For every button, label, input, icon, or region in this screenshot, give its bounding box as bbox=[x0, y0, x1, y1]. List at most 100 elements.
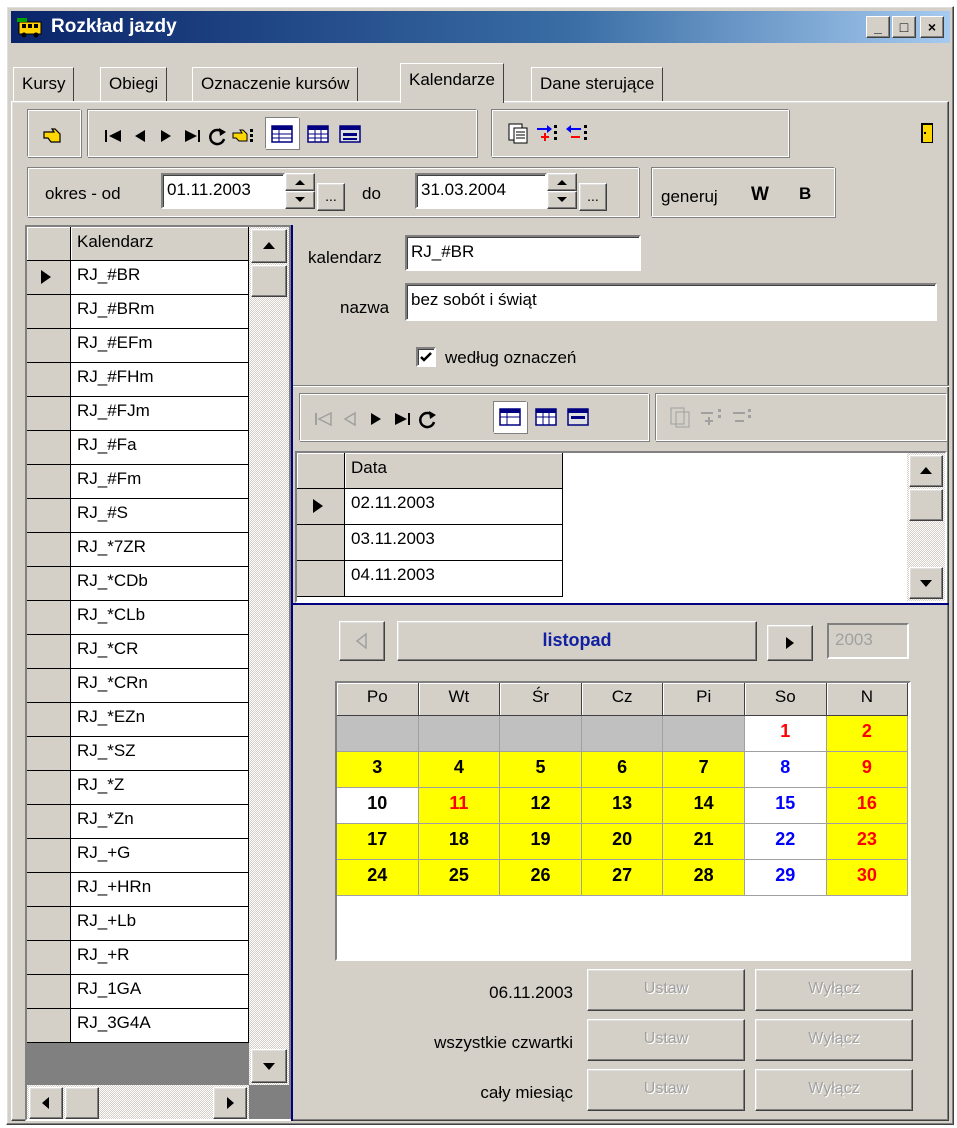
calendar-list-item[interactable]: RJ_*SZ bbox=[71, 737, 249, 771]
off-button[interactable]: Wyłącz bbox=[755, 1069, 913, 1111]
set-button[interactable]: Ustaw bbox=[587, 969, 745, 1011]
generate-w-button[interactable]: W bbox=[751, 184, 769, 206]
calendar-list-item[interactable]: RJ_#Fm bbox=[71, 465, 249, 499]
calendar-day[interactable]: 16 bbox=[826, 788, 909, 824]
row-indicator[interactable] bbox=[27, 465, 71, 499]
period-to-input[interactable]: 31.03.2004 bbox=[415, 173, 547, 209]
row-indicator[interactable] bbox=[27, 771, 71, 805]
scroll-up-button[interactable] bbox=[251, 229, 287, 263]
calendar-list-item[interactable]: RJ_+R bbox=[71, 941, 249, 975]
row-indicator[interactable] bbox=[27, 295, 71, 329]
next-month-button[interactable] bbox=[767, 625, 813, 661]
exit-door-icon[interactable] bbox=[915, 121, 941, 145]
date-row[interactable]: 02.11.2003 bbox=[345, 489, 563, 525]
row-indicator[interactable] bbox=[27, 329, 71, 363]
tab-obiegi[interactable]: Obiegi bbox=[100, 67, 168, 101]
last-record-icon[interactable] bbox=[389, 407, 415, 431]
calendar-list-item[interactable]: RJ_#Fa bbox=[71, 431, 249, 465]
row-indicator[interactable] bbox=[27, 363, 71, 397]
row-indicator[interactable] bbox=[27, 907, 71, 941]
calendar-list-item[interactable]: RJ_#S bbox=[71, 499, 249, 533]
prior-record-icon[interactable] bbox=[127, 124, 153, 148]
generate-b-button[interactable]: B bbox=[799, 184, 811, 204]
kalendarz-input[interactable]: RJ_#BR bbox=[405, 235, 641, 271]
calendar-list-item[interactable]: RJ_*EZn bbox=[71, 703, 249, 737]
row-indicator[interactable] bbox=[27, 261, 71, 295]
table-view-icon[interactable] bbox=[305, 122, 331, 146]
calendar-list-item[interactable]: RJ_#FHm bbox=[71, 363, 249, 397]
scroll-right-button[interactable] bbox=[213, 1087, 247, 1119]
calendar-list-item[interactable]: RJ_1GA bbox=[71, 975, 249, 1009]
scroll-left-button[interactable] bbox=[29, 1087, 63, 1119]
calendar-day[interactable]: 25 bbox=[418, 860, 501, 896]
row-indicator[interactable] bbox=[27, 635, 71, 669]
calendar-day[interactable]: 10 bbox=[337, 788, 419, 824]
dates-scroll-down-button[interactable] bbox=[909, 567, 943, 599]
row-indicator[interactable] bbox=[27, 737, 71, 771]
refresh-icon[interactable] bbox=[415, 407, 441, 431]
dates-scroll-up-button[interactable] bbox=[909, 455, 943, 487]
calendar-day[interactable]: 17 bbox=[337, 824, 419, 860]
calendar-list-item[interactable]: RJ_+G bbox=[71, 839, 249, 873]
period-from-spin-up[interactable] bbox=[285, 173, 315, 191]
calendar-day[interactable]: 29 bbox=[745, 860, 827, 896]
row-indicator[interactable] bbox=[27, 805, 71, 839]
calendar-list-item[interactable]: RJ_#BR bbox=[71, 261, 249, 295]
calendar-list-item[interactable]: RJ_#BRm bbox=[71, 295, 249, 329]
calendar-day[interactable]: 30 bbox=[826, 860, 909, 896]
year-input[interactable]: 2003 bbox=[827, 623, 909, 659]
row-indicator[interactable] bbox=[27, 533, 71, 567]
next-record-icon[interactable] bbox=[153, 124, 179, 148]
calendar-list-item[interactable]: RJ_*CDb bbox=[71, 567, 249, 601]
period-to-spin-down[interactable] bbox=[547, 191, 577, 209]
row-indicator[interactable] bbox=[297, 489, 345, 525]
dates-scroll-thumb[interactable] bbox=[909, 489, 943, 521]
panel-splitter[interactable] bbox=[291, 225, 293, 1121]
tab-kursy[interactable]: Kursy bbox=[13, 67, 75, 101]
calendar-list-item[interactable]: RJ_*7ZR bbox=[71, 533, 249, 567]
pointing-hand-icon[interactable] bbox=[41, 124, 67, 148]
calendar-day[interactable]: 14 bbox=[663, 788, 745, 824]
calendar-day[interactable]: 20 bbox=[581, 824, 664, 860]
form-view-icon[interactable] bbox=[565, 405, 591, 429]
insert-rows-icon[interactable] bbox=[535, 121, 561, 145]
delete-rows-icon[interactable] bbox=[565, 121, 591, 145]
calendar-day[interactable]: 7 bbox=[663, 752, 745, 788]
hscroll-thumb[interactable] bbox=[65, 1087, 99, 1119]
date-column-header[interactable]: Data bbox=[345, 453, 563, 489]
calendar-day[interactable]: 19 bbox=[500, 824, 582, 860]
next-record-icon[interactable] bbox=[363, 407, 389, 431]
calendar-list-item[interactable]: RJ_*CRn bbox=[71, 669, 249, 703]
calendar-day[interactable]: 5 bbox=[500, 752, 582, 788]
tab-kalendarze[interactable]: Kalendarze bbox=[400, 63, 505, 103]
calendar-list-item[interactable]: RJ_3G4A bbox=[71, 1009, 249, 1043]
calendar-list-item[interactable]: RJ_*Zn bbox=[71, 805, 249, 839]
calendar-day[interactable]: 26 bbox=[500, 860, 582, 896]
calendar-day[interactable]: 13 bbox=[581, 788, 664, 824]
period-from-picker-button[interactable]: ... bbox=[317, 183, 345, 211]
calendar-day[interactable]: 9 bbox=[826, 752, 909, 788]
scroll-down-button[interactable] bbox=[251, 1049, 287, 1083]
row-indicator[interactable] bbox=[27, 567, 71, 601]
last-record-icon[interactable] bbox=[179, 124, 205, 148]
calendar-day[interactable]: 18 bbox=[418, 824, 501, 860]
set-button[interactable]: Ustaw bbox=[587, 1069, 745, 1111]
row-indicator[interactable] bbox=[297, 525, 345, 561]
tab-dane-sterujace[interactable]: Dane sterujące bbox=[531, 67, 664, 101]
calendar-day[interactable]: 24 bbox=[337, 860, 419, 896]
row-indicator[interactable] bbox=[27, 975, 71, 1009]
date-row[interactable]: 04.11.2003 bbox=[345, 561, 563, 597]
row-indicator[interactable] bbox=[27, 601, 71, 635]
maximize-button[interactable]: □ bbox=[892, 16, 916, 38]
copy-document-icon[interactable] bbox=[505, 121, 531, 145]
calendar-day[interactable]: 8 bbox=[745, 752, 827, 788]
row-indicator[interactable] bbox=[297, 561, 345, 597]
off-button[interactable]: Wyłącz bbox=[755, 969, 913, 1011]
calendar-day[interactable]: 21 bbox=[663, 824, 745, 860]
row-indicator[interactable] bbox=[27, 839, 71, 873]
calendar-day[interactable]: 12 bbox=[500, 788, 582, 824]
calendar-column-header[interactable]: Kalendarz bbox=[71, 227, 249, 261]
row-indicator[interactable] bbox=[27, 499, 71, 533]
calendar-day[interactable]: 27 bbox=[581, 860, 664, 896]
calendar-day[interactable]: 3 bbox=[337, 752, 419, 788]
